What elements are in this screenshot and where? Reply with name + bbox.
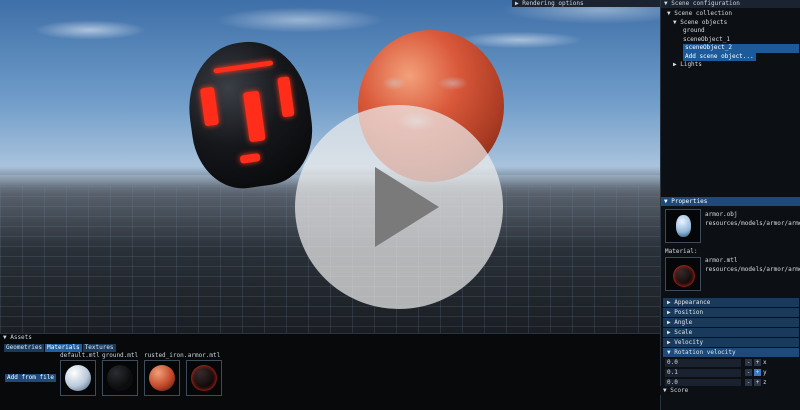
assets-header[interactable]: ▼ Assets (0, 334, 660, 342)
model-path: resources/models/armor/armor.obj (705, 220, 800, 227)
add-from-file-button[interactable]: Add from file (5, 374, 56, 382)
increment-button[interactable]: + (754, 369, 761, 376)
material-name: armor.mtl (705, 257, 738, 264)
tree-node-collection[interactable]: ▼ Scene collection (665, 10, 796, 19)
scene-configuration-panel: ▼ Scene configuration ▼ Scene collection… (660, 0, 800, 197)
asset-label: default.mtl (60, 352, 100, 359)
asset-item[interactable]: rusted_iron. (144, 352, 188, 396)
material-label: Material: (665, 248, 698, 255)
ground-material-icon (107, 365, 133, 391)
asset-thumbnail (144, 360, 180, 396)
asset-thumbnail (186, 360, 222, 396)
helmet-thumb-icon (676, 215, 691, 237)
rotation-velocity-x: 0.0 - + x (665, 359, 797, 367)
helmet-light (242, 90, 266, 143)
asset-label: rusted_iron. (144, 352, 188, 359)
asset-thumbnail (102, 360, 138, 396)
tab-materials[interactable]: Materials (45, 344, 82, 352)
increment-button[interactable]: + (754, 379, 761, 386)
panel-title[interactable]: ▼ Scene configuration (661, 0, 800, 8)
tree-node-objects[interactable]: ▼ Scene objects (665, 19, 796, 28)
section-scale[interactable]: ▶ Scale (663, 328, 799, 337)
axis-label: y (763, 369, 767, 376)
rusted-iron-material-icon (149, 365, 175, 391)
sky-clouds (0, 0, 660, 150)
material-row: armor.mtl resources/models/armor/armor.m… (665, 257, 800, 293)
asset-item[interactable]: ground.mtl (102, 352, 138, 396)
add-scene-object-button[interactable]: Add scene object... (683, 52, 756, 61)
default-material-icon (65, 365, 91, 391)
section-velocity[interactable]: ▶ Velocity (663, 338, 799, 347)
material-thumbnail[interactable] (665, 257, 701, 291)
helmet-light (199, 86, 220, 127)
helmet-light (239, 153, 261, 164)
material-thumb-icon (673, 265, 695, 287)
asset-label: ground.mtl (102, 352, 139, 359)
score-header[interactable]: ▼ Score (660, 386, 800, 395)
tree-item-sceneobject-2[interactable]: sceneObject_2 (683, 44, 799, 53)
properties-header[interactable]: ▼ Properties (661, 197, 800, 206)
play-icon (375, 167, 439, 247)
decrement-button[interactable]: - (745, 379, 752, 386)
section-appearance[interactable]: ▶ Appearance (663, 298, 799, 307)
velocity-x-input[interactable]: 0.0 (665, 359, 741, 367)
assets-panel: ▼ Assets Geometries Materials Textures Add… (0, 333, 660, 410)
asset-label: armor.mtl (187, 352, 221, 359)
tree-item-sceneobject-1[interactable]: sceneObject_1 (665, 36, 796, 45)
tree-item-ground[interactable]: ground (665, 27, 796, 36)
tree-node-lights[interactable]: ▶ Lights (665, 61, 796, 70)
asset-item[interactable]: default.mtl (60, 352, 100, 396)
model-name: armor.obj (705, 211, 738, 218)
section-position[interactable]: ▶ Position (663, 308, 799, 317)
helmet-light (277, 76, 295, 118)
scene-tree: ▼ Scene collection ▼ Scene objects groun… (661, 8, 800, 72)
tab-textures[interactable]: Textures (82, 344, 116, 352)
velocity-y-input[interactable]: 0.1 (665, 369, 741, 377)
play-button[interactable] (295, 105, 503, 309)
increment-button[interactable]: + (754, 359, 761, 366)
properties-panel: ▼ Properties armor.obj resources/models/… (660, 197, 800, 410)
section-angle[interactable]: ▶ Angle (663, 318, 799, 327)
rotation-velocity-y: 0.1 - + y (665, 369, 797, 377)
decrement-button[interactable]: - (745, 359, 752, 366)
tab-geometries[interactable]: Geometries (4, 344, 45, 352)
helmet-light (213, 60, 274, 74)
model-row: armor.obj resources/models/armor/armor.o… (665, 209, 800, 245)
decrement-button[interactable]: - (745, 369, 752, 376)
section-rotation-velocity[interactable]: ▼ Rotation velocity (663, 348, 799, 357)
axis-label: x (763, 359, 767, 366)
material-path: resources/models/armor/armor.mtl (705, 266, 800, 273)
model-thumbnail[interactable] (665, 209, 701, 243)
armor-material-icon (191, 365, 217, 391)
assets-tabs: Geometries Materials Textures (4, 344, 117, 352)
rendering-options-header[interactable]: ▶ Rendering options (512, 0, 660, 7)
asset-thumbnail (60, 360, 96, 396)
asset-item[interactable]: armor.mtl (186, 352, 222, 396)
